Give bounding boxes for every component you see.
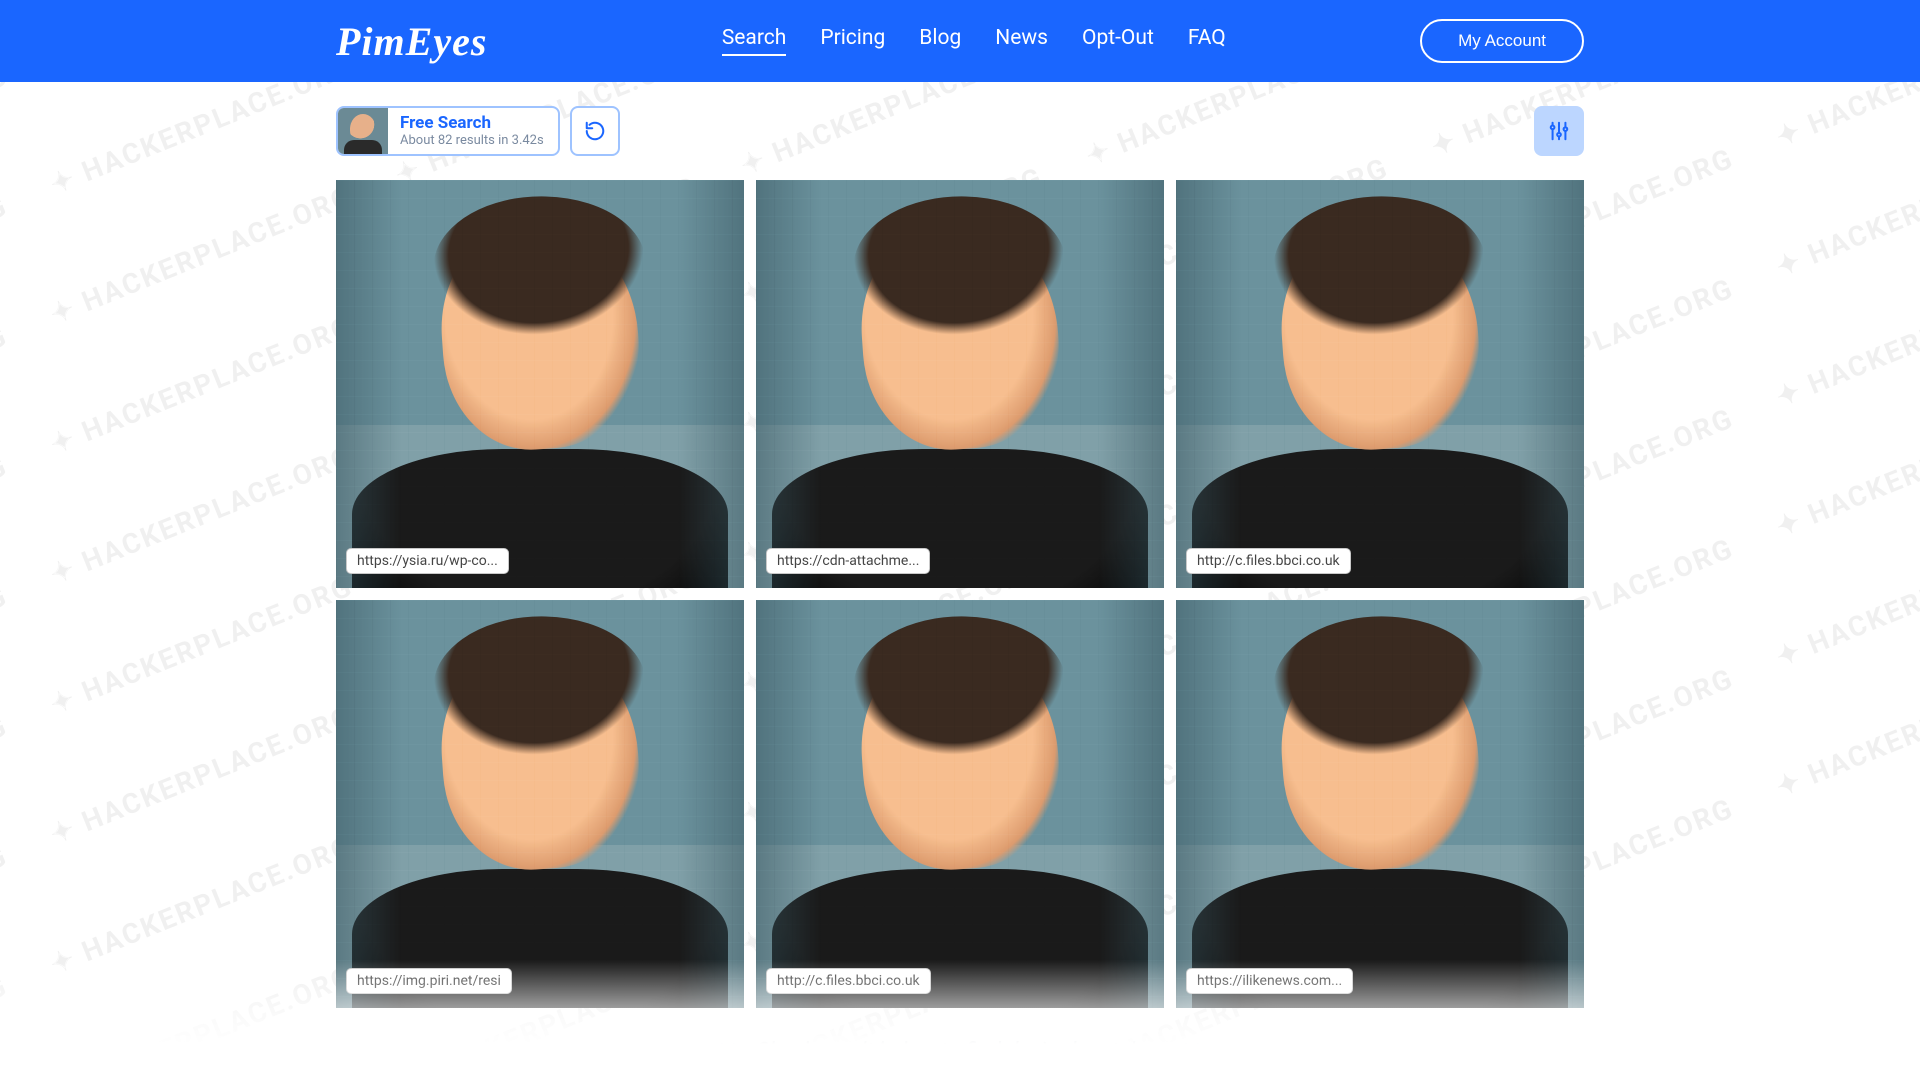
bottom-prompt-text: Check result below to find desired match… [756,1039,1164,1064]
result-card[interactable]: https://cdn-attachme... [756,180,1164,588]
bottom-prompt: Check result below to find desired match… [336,1038,1584,1064]
result-url-pill[interactable]: https://ysia.ru/wp-co... [346,548,509,574]
sliders-icon [1548,120,1570,142]
nav-link-search[interactable]: Search [722,26,787,56]
result-url-pill[interactable]: https://ilikenews.com... [1186,968,1353,994]
search-chip[interactable]: Free Search About 82 results in 3.42s [336,106,560,156]
result-image [336,600,744,1008]
brand-text: PimEyes [336,18,487,65]
result-card[interactable]: https://ysia.ru/wp-co... [336,180,744,588]
result-image [336,180,744,588]
nav-link-news[interactable]: News [995,26,1048,56]
brand-logo[interactable]: PimEyes [336,18,487,65]
reload-icon [584,120,606,142]
result-url-pill[interactable]: https://img.piri.net/resi [346,968,512,994]
content: Free Search About 82 results in 3.42s [336,82,1584,1064]
search-chip-subtitle: About 82 results in 3.42s [400,133,544,148]
nav-links: Search Pricing Blog News Opt-Out FAQ [722,26,1226,56]
result-card[interactable]: http://c.files.bbci.co.uk [1176,180,1584,588]
result-card[interactable]: https://ilikenews.com... [1176,600,1584,1008]
nav-link-blog[interactable]: Blog [919,26,961,56]
result-card[interactable]: http://c.files.bbci.co.uk [756,600,1164,1008]
chevron-down-icon [1182,1038,1202,1064]
result-image [1176,180,1584,588]
toolbar: Free Search About 82 results in 3.42s [336,106,1584,156]
result-url-pill[interactable]: http://c.files.bbci.co.uk [766,968,931,994]
result-url-pill[interactable]: https://cdn-attachme... [766,548,930,574]
search-chip-thumbnail [338,108,388,154]
nav-link-faq[interactable]: FAQ [1188,26,1226,56]
nav-link-pricing[interactable]: Pricing [820,26,885,56]
reload-button[interactable] [570,106,620,156]
result-card[interactable]: https://img.piri.net/resi [336,600,744,1008]
result-image [756,180,1164,588]
navbar: PimEyes SearchPricingBlogNewsOpt-OutFAQ … [0,0,1920,82]
filter-button[interactable] [1534,106,1584,156]
nav-link-optout[interactable]: Opt-Out [1082,26,1154,56]
chevron-down-icon [718,1038,738,1064]
results-grid: https://ysia.ru/wp-co... https://cdn-att… [336,180,1584,1008]
result-image [1176,600,1584,1008]
my-account-button[interactable]: My Account [1420,19,1584,63]
result-image [756,600,1164,1008]
search-chip-title: Free Search [400,114,544,133]
result-url-pill[interactable]: http://c.files.bbci.co.uk [1186,548,1351,574]
